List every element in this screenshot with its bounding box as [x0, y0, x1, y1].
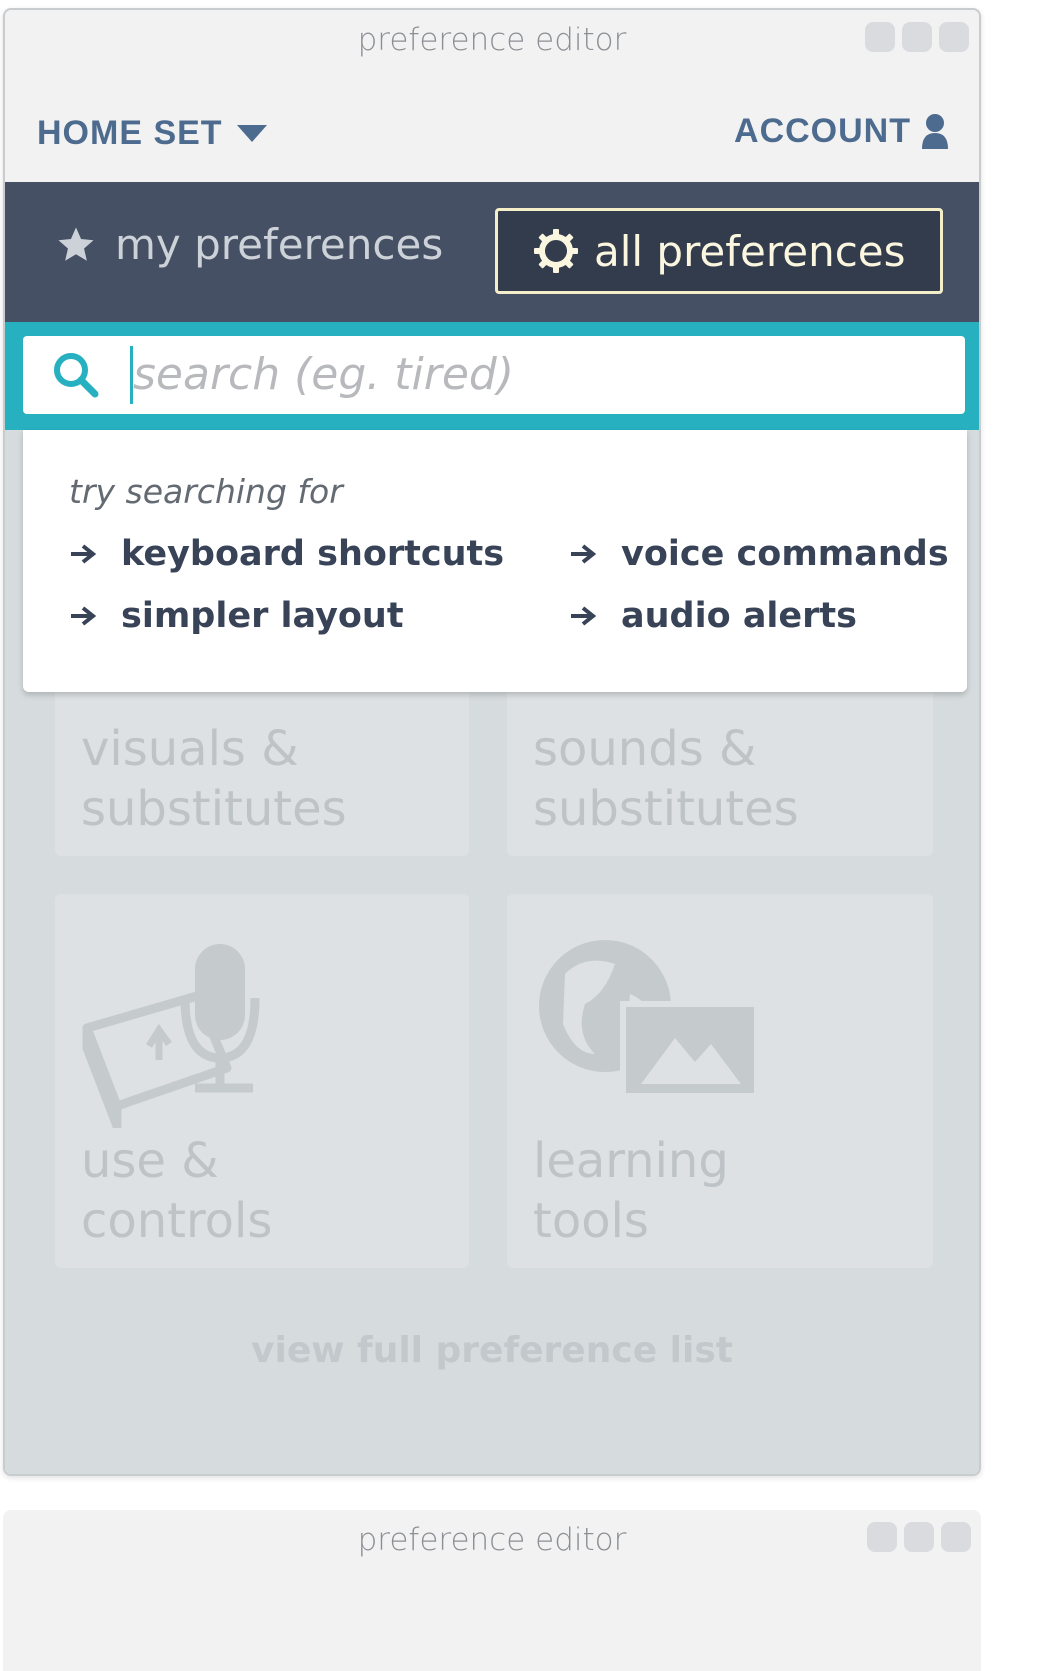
maximize-button[interactable]: [902, 22, 932, 52]
search-band: [5, 322, 979, 430]
suggestion-voice-commands[interactable]: voice commands: [569, 534, 949, 574]
arrow-right-icon: [571, 606, 597, 626]
gear-icon: [534, 229, 578, 273]
card-title-line1: visuals &: [81, 721, 299, 777]
arrow-right-icon: [571, 544, 597, 564]
suggestion-label: audio alerts: [621, 596, 857, 636]
home-set-dropdown[interactable]: HOME SET: [37, 114, 267, 153]
window-controls: [867, 1522, 971, 1552]
window-title: preference editor: [357, 22, 627, 58]
card-use-controls[interactable]: use & controls: [55, 894, 469, 1268]
search-suggestions-dropdown: try searching for keyboard shortcuts voi…: [23, 430, 967, 692]
window-controls: [865, 22, 969, 52]
titlebar: preference editor: [5, 10, 979, 72]
card-title-line2: substitutes: [533, 781, 799, 837]
minimize-button[interactable]: [865, 22, 895, 52]
card-learning-tools[interactable]: learning tools: [507, 894, 933, 1268]
card-title-line1: use &: [81, 1133, 219, 1189]
card-title-line1: learning: [533, 1133, 729, 1189]
navbar: HOME SET ACCOUNT: [5, 72, 979, 182]
suggestion-simpler-layout[interactable]: simpler layout: [69, 596, 404, 636]
maximize-button[interactable]: [904, 1522, 934, 1552]
preferences-tabbar: my preferences all preferences: [5, 182, 979, 322]
suggestion-keyboard-shortcuts[interactable]: keyboard shortcuts: [69, 534, 504, 574]
keyboard-microphone-icon: [82, 944, 260, 1128]
account-button[interactable]: ACCOUNT: [734, 112, 949, 151]
minimize-button[interactable]: [867, 1522, 897, 1552]
tab-my-preferences-label: my preferences: [115, 220, 444, 269]
preference-editor-window: preference editor HOME SET ACCOUNT my pr…: [3, 8, 981, 1476]
home-set-label: HOME SET: [37, 114, 223, 152]
globe-image-icon: [539, 940, 760, 1099]
search-input[interactable]: [133, 342, 933, 406]
close-button[interactable]: [939, 22, 969, 52]
suggestion-audio-alerts[interactable]: audio alerts: [569, 596, 857, 636]
window-title: preference editor: [357, 1522, 627, 1558]
second-preference-editor-window: preference editor: [3, 1510, 981, 1671]
search-box[interactable]: [23, 336, 965, 414]
suggestions-heading: try searching for: [69, 472, 343, 511]
suggestion-label: voice commands: [621, 534, 949, 574]
tab-all-preferences[interactable]: all preferences: [495, 208, 943, 294]
suggestion-label: keyboard shortcuts: [121, 534, 505, 574]
star-icon: [58, 227, 94, 261]
tab-my-preferences[interactable]: my preferences: [55, 220, 443, 269]
view-full-preference-list-link[interactable]: view full preference list: [5, 1330, 979, 1371]
suggestion-label: simpler layout: [121, 596, 404, 636]
close-button[interactable]: [941, 1522, 971, 1552]
tab-all-preferences-label: all preferences: [594, 226, 906, 276]
account-label: ACCOUNT: [734, 112, 911, 150]
arrow-right-icon: [71, 544, 97, 564]
card-title-line1: sounds &: [533, 721, 757, 777]
arrow-right-icon: [71, 606, 97, 626]
card-title-line2: substitutes: [81, 781, 347, 837]
card-title-line2: tools: [533, 1193, 649, 1249]
user-icon: [922, 113, 948, 149]
caret-down-icon: [236, 125, 267, 142]
card-title-line2: controls: [81, 1193, 273, 1249]
search-icon: [54, 353, 99, 398]
